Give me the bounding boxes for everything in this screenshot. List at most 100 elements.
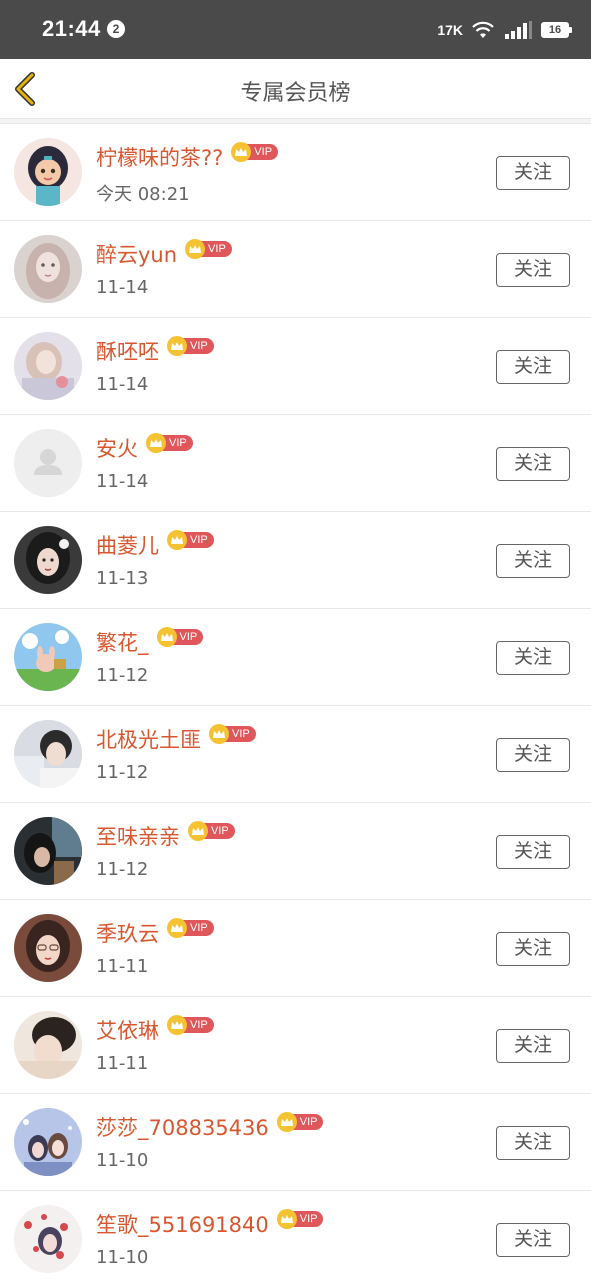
name-line: 莎莎_708835436 VIP	[96, 1112, 324, 1142]
member-name[interactable]: 莎莎_708835436	[96, 1112, 269, 1142]
avatar[interactable]	[14, 429, 82, 497]
crown-icon	[185, 239, 206, 259]
net-speed: 17K	[437, 22, 463, 38]
vip-badge: VIP	[167, 530, 214, 550]
member-row[interactable]: 艾依琳 VIP 11-11 关注	[0, 997, 591, 1094]
avatar[interactable]	[14, 138, 82, 206]
follow-button[interactable]: 关注	[496, 544, 570, 578]
follow-button[interactable]: 关注	[496, 1223, 570, 1257]
crown-icon	[209, 724, 229, 744]
member-row[interactable]: 酥呸呸 VIP 11-14 关注	[0, 318, 591, 415]
member-date: 11-10	[96, 1247, 149, 1268]
member-row[interactable]: 季玖云 VIP 11-11 关注	[0, 900, 591, 997]
vip-badge: VIP	[167, 336, 214, 356]
vip-badge: VIP	[231, 142, 279, 162]
member-name[interactable]: 柠檬味的茶??	[96, 142, 223, 172]
member-row[interactable]: 北极光土匪 VIP 11-12 关注	[0, 706, 591, 803]
name-line: 至味亲亲 VIP	[96, 821, 235, 851]
member-row[interactable]: 安火 VIP 11-14 关注	[0, 415, 591, 512]
wifi-icon	[472, 21, 494, 38]
member-row[interactable]: 柠檬味的茶?? VIP 今天 08:21 关注	[0, 124, 591, 221]
status-bar: 21:44 2 17K 16	[0, 0, 591, 59]
name-line: 醉云yun VIP	[96, 239, 232, 269]
crown-icon	[167, 336, 187, 356]
follow-button[interactable]: 关注	[496, 1126, 570, 1160]
member-date: 11-14	[96, 471, 149, 492]
member-name[interactable]: 安火	[96, 433, 138, 463]
member-date: 11-13	[96, 568, 149, 589]
name-line: 北极光土匪 VIP	[96, 724, 256, 754]
member-list[interactable]: 柠檬味的茶?? VIP 今天 08:21 关注 醉云yun VIP 11-14 …	[0, 124, 591, 1280]
follow-button[interactable]: 关注	[496, 932, 570, 966]
avatar[interactable]	[14, 1108, 82, 1176]
crown-icon	[276, 1112, 297, 1132]
crown-icon	[276, 1209, 297, 1229]
follow-button[interactable]: 关注	[496, 1029, 570, 1063]
avatar[interactable]	[14, 332, 82, 400]
member-date: 11-14	[96, 374, 149, 395]
avatar[interactable]	[14, 235, 82, 303]
follow-button[interactable]: 关注	[496, 641, 570, 675]
name-line: 笙歌_551691840 VIP	[96, 1209, 324, 1239]
follow-button[interactable]: 关注	[496, 738, 570, 772]
name-line: 艾依琳 VIP	[96, 1015, 214, 1045]
name-line: 酥呸呸 VIP	[96, 336, 214, 366]
name-line: 安火 VIP	[96, 433, 193, 463]
member-name[interactable]: 季玖云	[96, 918, 159, 948]
crown-icon	[188, 821, 208, 841]
member-name[interactable]: 北极光土匪	[96, 724, 201, 754]
member-name[interactable]: 醉云yun	[96, 239, 177, 269]
vip-badge: VIP	[209, 724, 256, 744]
avatar[interactable]	[14, 623, 82, 691]
member-name[interactable]: 艾依琳	[96, 1015, 159, 1045]
member-row[interactable]: 笙歌_551691840 VIP 11-10 关注	[0, 1191, 591, 1280]
avatar[interactable]	[14, 526, 82, 594]
avatar[interactable]	[14, 914, 82, 982]
member-name[interactable]: 繁花_	[96, 627, 149, 657]
nav-bar: 专属会员榜	[0, 59, 591, 119]
vip-badge: VIP	[167, 1015, 214, 1035]
vip-badge: VIP	[276, 1112, 324, 1132]
follow-button[interactable]: 关注	[496, 253, 570, 287]
vip-badge: VIP	[146, 433, 193, 453]
vip-badge: VIP	[188, 821, 235, 841]
avatar[interactable]	[14, 1205, 82, 1273]
page-title: 专属会员榜	[240, 81, 351, 106]
vip-badge: VIP	[276, 1209, 324, 1229]
avatar[interactable]	[14, 817, 82, 885]
member-row[interactable]: 醉云yun VIP 11-14 关注	[0, 221, 591, 318]
member-date: 今天 08:21	[96, 184, 190, 205]
member-date: 11-11	[96, 1053, 149, 1074]
status-icons: 17K 16	[437, 17, 572, 43]
vip-badge: VIP	[167, 918, 214, 938]
follow-button[interactable]: 关注	[496, 447, 570, 481]
follow-button[interactable]: 关注	[496, 835, 570, 869]
notification-count-badge: 2	[107, 20, 125, 38]
crown-icon	[146, 433, 166, 453]
signal-icon	[505, 21, 532, 39]
crown-icon	[167, 530, 187, 550]
member-date: 11-12	[96, 762, 149, 783]
member-date: 11-12	[96, 665, 149, 686]
crown-icon	[167, 1015, 187, 1035]
follow-button[interactable]: 关注	[496, 350, 570, 384]
follow-button[interactable]: 关注	[496, 156, 570, 190]
member-row[interactable]: 繁花_ VIP 11-12 关注	[0, 609, 591, 706]
avatar[interactable]	[14, 1011, 82, 1079]
member-name[interactable]: 曲菱儿	[96, 530, 159, 560]
name-line: 季玖云 VIP	[96, 918, 214, 948]
member-row[interactable]: 莎莎_708835436 VIP 11-10 关注	[0, 1094, 591, 1191]
default-user-icon	[14, 429, 82, 497]
member-date: 11-14	[96, 277, 149, 298]
crown-icon	[167, 918, 187, 938]
avatar[interactable]	[14, 720, 82, 788]
member-name[interactable]: 至味亲亲	[96, 821, 180, 851]
member-name[interactable]: 笙歌_551691840	[96, 1209, 269, 1239]
vip-badge: VIP	[185, 239, 232, 259]
member-date: 11-11	[96, 956, 149, 977]
member-row[interactable]: 至味亲亲 VIP 11-12 关注	[0, 803, 591, 900]
member-row[interactable]: 曲菱儿 VIP 11-13 关注	[0, 512, 591, 609]
member-name[interactable]: 酥呸呸	[96, 336, 159, 366]
crown-icon	[156, 627, 177, 647]
name-line: 曲菱儿 VIP	[96, 530, 214, 560]
